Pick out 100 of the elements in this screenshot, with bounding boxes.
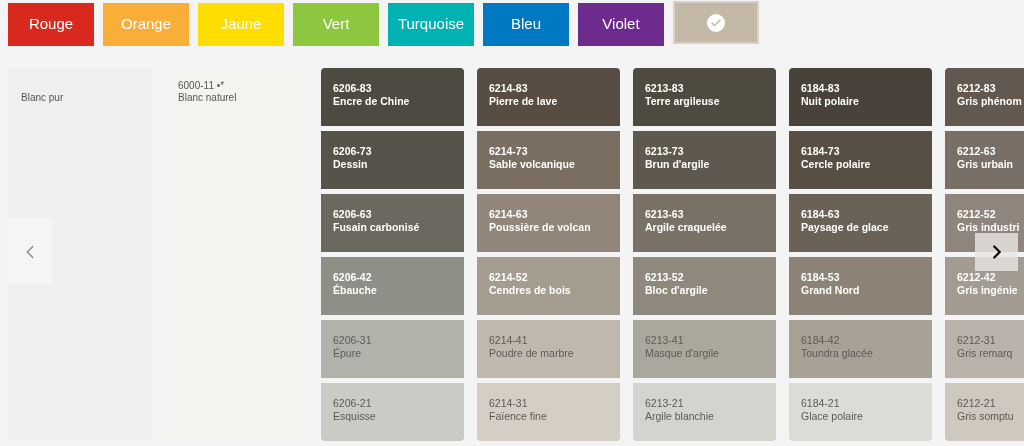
color-filter-button[interactable]: Violet	[578, 3, 664, 46]
swatch-code: 6213-52	[645, 271, 685, 284]
check-icon	[707, 13, 725, 32]
swatch-code: 6213-63	[645, 208, 685, 221]
color-swatch[interactable]: 6213-73 Brun d'argile	[633, 131, 776, 189]
color-swatch[interactable]: 6214-52 Cendres de bois	[477, 257, 620, 315]
swatch-code: 6184-73	[801, 145, 841, 158]
color-swatch[interactable]: 6206-42 Ébauche	[321, 257, 464, 315]
color-swatch[interactable]: 6184-83 Nuit polaire	[789, 68, 932, 126]
color-filter-button[interactable]	[673, 1, 759, 44]
swatch-name: Nuit polaire	[801, 95, 860, 108]
color-filter-button[interactable]: Turquoise	[388, 3, 474, 46]
color-swatch[interactable]: 6213-52 Bloc d'argile	[633, 257, 776, 315]
color-swatch[interactable]: 6206-21 Esquisse	[321, 383, 464, 441]
swatch-name: Masque d'argile	[645, 347, 720, 360]
swatch-name: Paysage de glace	[801, 221, 890, 234]
color-swatch[interactable]: 6214-63 Poussière de volcan	[477, 194, 620, 252]
swatch-name: Gris urbain	[957, 158, 1014, 171]
color-swatch[interactable]: 6184-63 Paysage de glace	[789, 194, 932, 252]
color-swatch[interactable]: 6184-42 Toundra glacée	[789, 320, 932, 378]
swatch-code: 6212-83	[957, 82, 997, 95]
swatch-name: Poudre de marbre	[489, 347, 575, 360]
color-swatch[interactable]: 6000-11 •* Blanc naturel	[165, 68, 309, 441]
color-swatch[interactable]: 6214-83 Pierre de lave	[477, 68, 620, 126]
swatch-code: 6214-63	[489, 208, 529, 221]
swatch-name: Brun d'argile	[645, 158, 711, 171]
swatch-code: 6213-21	[645, 397, 685, 410]
swatch-code: 6214-31	[489, 397, 529, 410]
swatch-name: Bloc d'argile	[645, 284, 709, 297]
color-swatch[interactable]: Blanc pur	[8, 68, 152, 441]
swatch-name: Épure	[333, 347, 363, 360]
swatch-name: Ébauche	[333, 284, 378, 297]
color-filter-button[interactable]: Bleu	[483, 3, 569, 46]
color-swatch[interactable]: 6213-83 Terre argileuse	[633, 68, 776, 126]
swatch-code: 6212-21	[957, 397, 997, 410]
color-swatch[interactable]: 6184-53 Grand Nord	[789, 257, 932, 315]
swatch-name: Argile craquelée	[645, 221, 728, 234]
color-swatch[interactable]: 6213-63 Argile craquelée	[633, 194, 776, 252]
swatch-name: Argile blanchie	[645, 410, 715, 423]
color-swatch[interactable]: 6206-31 Épure	[321, 320, 464, 378]
swatch-code: 6214-83	[489, 82, 529, 95]
swatch-code: 6214-41	[489, 334, 529, 347]
swatch-code: 6213-83	[645, 82, 685, 95]
swatch-code: 6206-83	[333, 82, 373, 95]
swatch-code: 6213-41	[645, 334, 685, 347]
swatch-name: Cendres de bois	[489, 284, 572, 297]
swatch-code: 6212-42	[957, 271, 997, 284]
swatch-code: 6184-63	[801, 208, 841, 221]
swatch-code: 6213-73	[645, 145, 685, 158]
swatch-name: Gris ingénie	[957, 284, 1019, 297]
color-swatch[interactable]: 6206-63 Fusain carbonisé	[321, 194, 464, 252]
swatch-name: Toundra glacée	[801, 347, 874, 360]
swatch-code: 6184-83	[801, 82, 841, 95]
color-swatch[interactable]: 6206-83 Encre de Chine	[321, 68, 464, 126]
color-swatch[interactable]: 6206-73 Dessin	[321, 131, 464, 189]
color-swatch[interactable]: 6213-41 Masque d'argile	[633, 320, 776, 378]
color-swatch[interactable]: 6213-21 Argile blanchie	[633, 383, 776, 441]
swatch-name: Pierre de lave	[489, 95, 559, 108]
swatch-name: Esquisse	[333, 410, 377, 423]
swatch-name: Faïence fine	[489, 410, 548, 423]
swatch-name: Dessin	[333, 158, 369, 171]
swatch-name: Cercle polaire	[801, 158, 872, 171]
swatch-code: 6000-11 •*	[178, 80, 226, 92]
color-swatch[interactable]: 6212-83 Gris phénom	[945, 68, 1024, 126]
swatch-name: Terre argileuse	[645, 95, 721, 108]
swatch-name: Gris phénom	[957, 95, 1023, 108]
color-swatch[interactable]: 6214-31 Faïence fine	[477, 383, 620, 441]
swatch-name: Gris remarq	[957, 347, 1014, 360]
swatch-name: Gris industri	[957, 221, 1021, 234]
swatch-code: 6184-21	[801, 397, 841, 410]
swatch-code: 6212-52	[957, 208, 997, 221]
swatch-code: 6184-53	[801, 271, 841, 284]
swatch-code: 6212-31	[957, 334, 997, 347]
swatch-code: 6212-63	[957, 145, 997, 158]
color-swatch[interactable]: 6212-31 Gris remarq	[945, 320, 1024, 378]
swatch-name: Encre de Chine	[333, 95, 411, 108]
previous-button[interactable]	[8, 218, 52, 285]
swatch-code: 6206-42	[333, 271, 373, 284]
color-filter-button[interactable]: Rouge	[8, 3, 94, 46]
swatch-name: Blanc pur	[21, 92, 64, 103]
color-swatch[interactable]: 6212-21 Gris somptu	[945, 383, 1024, 441]
swatch-name: Poussière de volcan	[489, 221, 592, 234]
swatch-code: 6184-42	[801, 334, 841, 347]
swatch-name: Gris somptu	[957, 410, 1015, 423]
swatch-code: 6214-52	[489, 271, 529, 284]
swatch-code: 6214-73	[489, 145, 529, 158]
color-swatch[interactable]: 6212-63 Gris urbain	[945, 131, 1024, 189]
color-swatch[interactable]: 6184-73 Cercle polaire	[789, 131, 932, 189]
color-swatch[interactable]: 6184-21 Glace polaire	[789, 383, 932, 441]
next-button[interactable]	[975, 233, 1018, 271]
swatch-code: 6206-73	[333, 145, 373, 158]
swatch-code: 6206-31	[333, 334, 373, 347]
swatch-code: 6206-63	[333, 208, 373, 221]
color-swatch[interactable]: 6214-41 Poudre de marbre	[477, 320, 620, 378]
swatch-name: Fusain carbonisé	[333, 221, 421, 234]
swatch-name: Grand Nord	[801, 284, 861, 297]
swatch-name: Sable volcanique	[489, 158, 576, 171]
color-swatch[interactable]: 6214-73 Sable volcanique	[477, 131, 620, 189]
swatch-code: 6206-21	[333, 397, 373, 410]
swatch-name: Blanc naturel	[178, 92, 238, 104]
